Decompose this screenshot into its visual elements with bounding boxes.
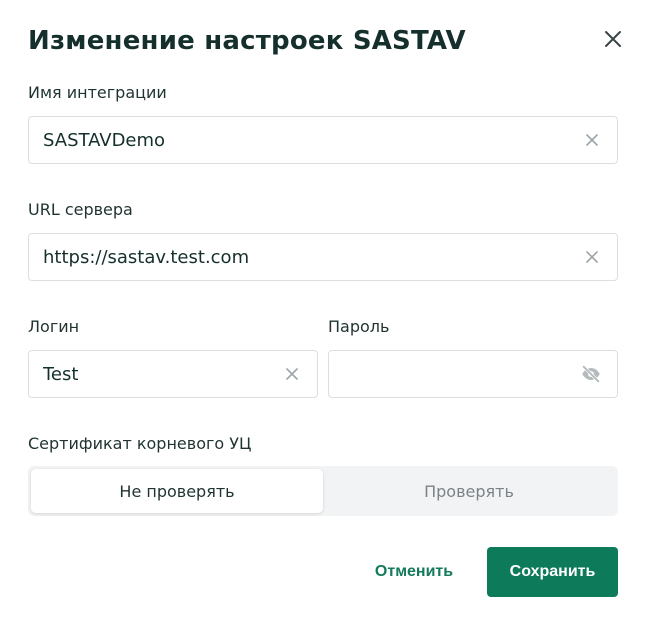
close-button[interactable] [600, 26, 626, 52]
integration-name-label: Имя интеграции [28, 83, 167, 102]
edit-settings-dialog: Изменение настроек SASTAV Имя интеграции… [0, 0, 646, 621]
login-label: Логин [28, 317, 80, 336]
close-icon [605, 31, 621, 47]
login-field [28, 350, 318, 398]
root-ca-toggle: Не проверять Проверять [28, 466, 618, 516]
login-input[interactable] [29, 351, 317, 397]
integration-name-field [28, 116, 618, 164]
clear-icon[interactable] [585, 250, 599, 264]
password-input[interactable] [329, 351, 617, 397]
cancel-button[interactable]: Отменить [358, 547, 470, 597]
dialog-title: Изменение настроек SASTAV [28, 26, 466, 56]
save-button[interactable]: Сохранить [487, 547, 618, 597]
server-url-label: URL сервера [28, 200, 133, 219]
server-url-input[interactable] [29, 234, 617, 280]
clear-icon[interactable] [285, 367, 299, 381]
integration-name-input[interactable] [29, 117, 617, 163]
eye-off-icon[interactable] [579, 362, 603, 386]
root-ca-label: Сертификат корневого УЦ [28, 434, 252, 453]
clear-icon[interactable] [585, 133, 599, 147]
segment-verify[interactable]: Проверять [323, 469, 615, 513]
server-url-field [28, 233, 618, 281]
password-field [328, 350, 618, 398]
password-label: Пароль [328, 317, 390, 336]
segment-no-verify[interactable]: Не проверять [31, 469, 323, 513]
